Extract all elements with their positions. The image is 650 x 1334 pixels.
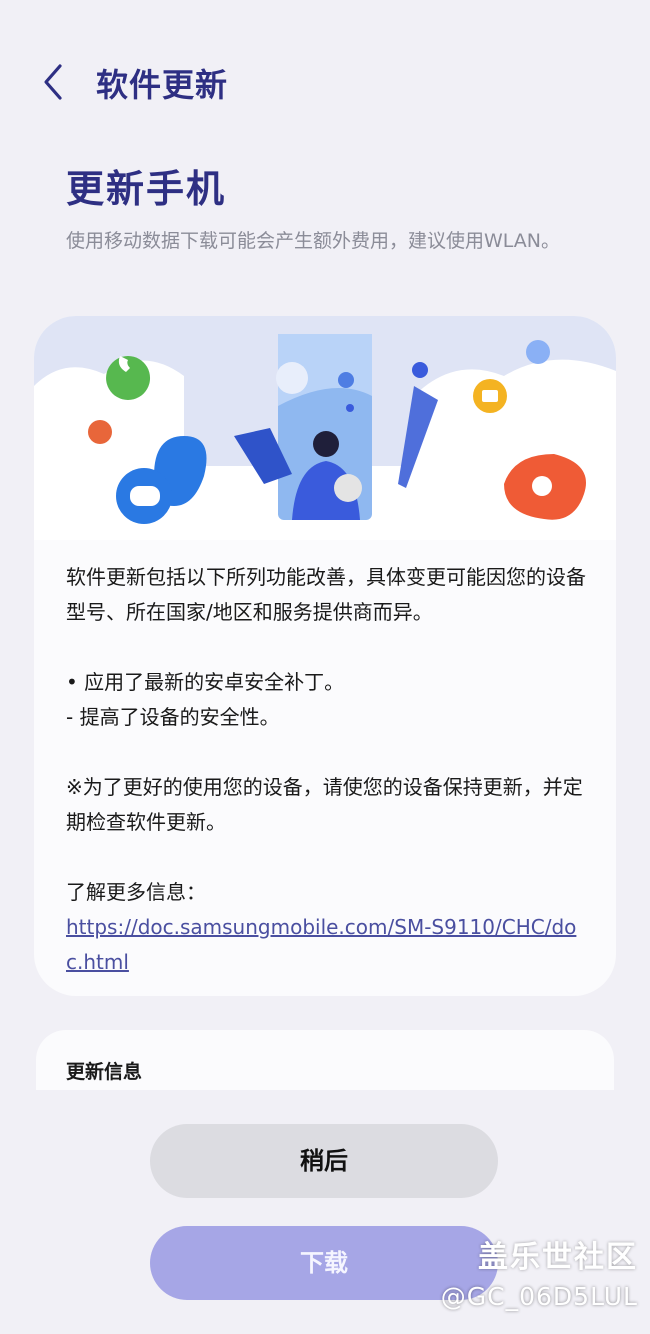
header-title: 软件更新 xyxy=(96,66,229,104)
more-info-link[interactable]: https://doc.samsungmobile.com/SM-S9110/C… xyxy=(66,910,586,980)
update-bullet-security-patch: • 应用了最新的安卓安全补丁。 xyxy=(66,670,345,694)
later-button[interactable]: 稍后 xyxy=(150,1124,498,1198)
update-intro-text: 软件更新包括以下所列功能改善，具体变更可能因您的设备型号、所在国家/地区和服务提… xyxy=(66,565,586,624)
watermark-user: @GC_06D5LUL xyxy=(440,1282,638,1311)
update-bullet-security-improved: - 提高了设备的安全性。 xyxy=(66,705,280,729)
update-note-text: ※为了更好的使用您的设备，请使您的设备保持更新，并定期检查软件更新。 xyxy=(66,775,583,834)
app-header: 软件更新 xyxy=(0,48,650,118)
update-info-title: 更新信息 xyxy=(66,1061,143,1083)
hero-illustration xyxy=(34,316,616,540)
back-chevron-icon[interactable] xyxy=(34,62,74,102)
watermark-community: 盖乐世社区 xyxy=(478,1240,638,1275)
mobile-data-warning: 使用移动数据下载可能会产生额外费用，建议使用WLAN。 xyxy=(66,230,561,252)
update-details-card: 软件更新包括以下所列功能改善，具体变更可能因您的设备型号、所在国家/地区和服务提… xyxy=(34,316,616,996)
more-info-label: 了解更多信息： xyxy=(66,880,206,904)
update-info-section[interactable]: 更新信息 xyxy=(36,1030,614,1090)
update-notes: 软件更新包括以下所列功能改善，具体变更可能因您的设备型号、所在国家/地区和服务提… xyxy=(66,560,586,980)
page-title: 更新手机 xyxy=(66,167,227,211)
